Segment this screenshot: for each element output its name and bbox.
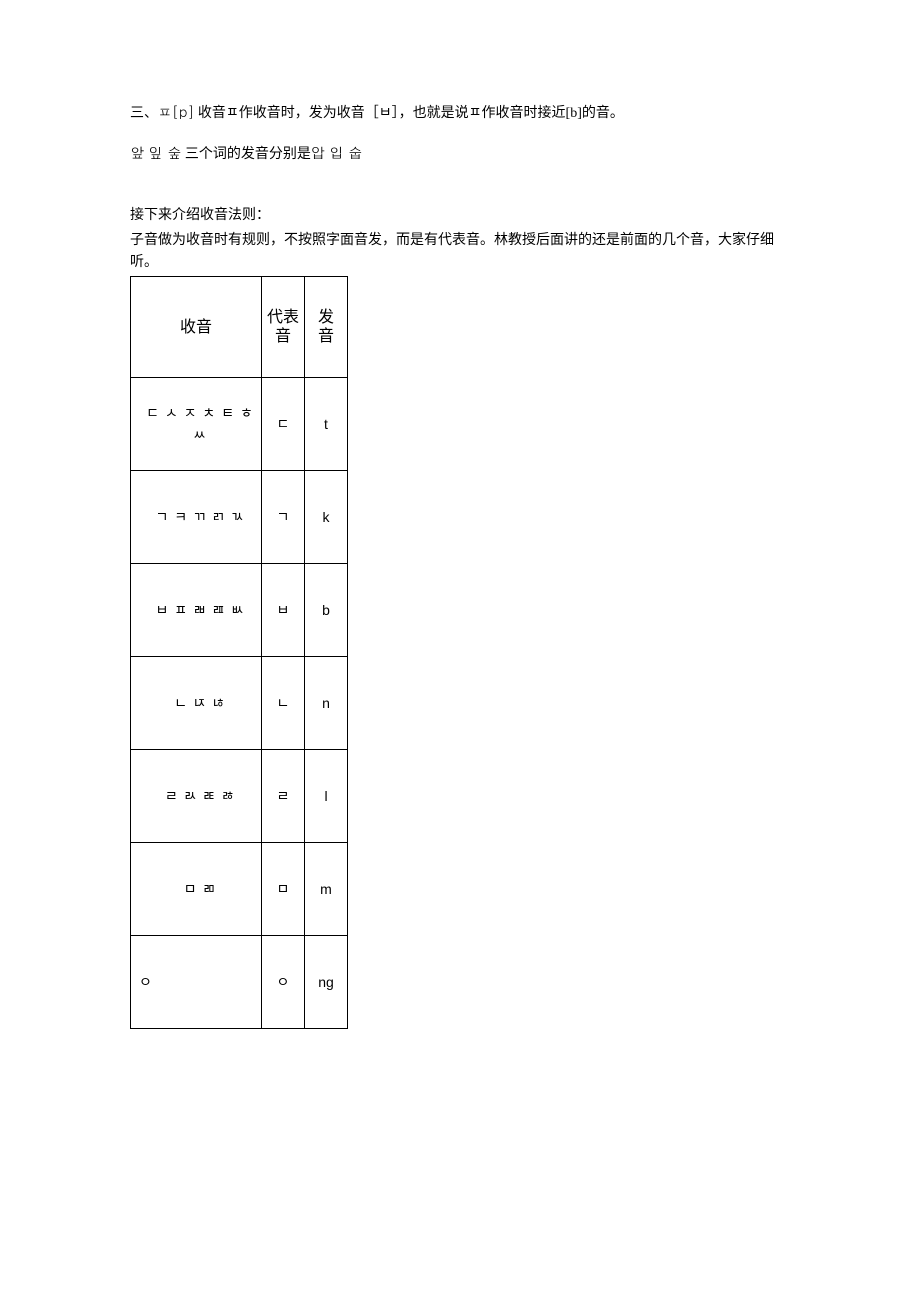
cell-rep: ㅁ bbox=[262, 843, 305, 936]
cell-rep: ㄹ bbox=[262, 750, 305, 843]
cell-sound: m bbox=[305, 843, 348, 936]
cell-batchim: ㅇ bbox=[131, 936, 262, 1029]
table-header-rep: 代表 音 bbox=[262, 277, 305, 378]
cell-sound: k bbox=[305, 471, 348, 564]
table-row: ㄹ ㄽ ㄾ ㅀ ㄹ l bbox=[131, 750, 348, 843]
cell-sound: t bbox=[305, 378, 348, 471]
table-row: ㅇ ㅇ ng bbox=[131, 936, 348, 1029]
cell-batchim: ㅂ ㅍ ㄼ ㄿ ㅄ bbox=[131, 564, 262, 657]
pronunciation-table: 收音 代表 音 发 音 ㄷ ㅅ ㅈ ㅊ ㅌ ㅎ ㅆ ㄷ t ㄱ ㅋ ㄲ ㄺ ㄳ … bbox=[130, 276, 348, 1029]
table-header-batchim: 收音 bbox=[131, 277, 262, 378]
cell-batchim: ㅁ ㄻ bbox=[131, 843, 262, 936]
table-row: ㄱ ㅋ ㄲ ㄺ ㄳ ㄱ k bbox=[131, 471, 348, 564]
cell-batchim: ㄱ ㅋ ㄲ ㄺ ㄳ bbox=[131, 471, 262, 564]
cell-sound: l bbox=[305, 750, 348, 843]
cell-rep: ㄱ bbox=[262, 471, 305, 564]
cell-rep: ㄴ bbox=[262, 657, 305, 750]
cell-batchim: ㄷ ㅅ ㅈ ㅊ ㅌ ㅎ ㅆ bbox=[131, 378, 262, 471]
table-row: ㄴ ㄵ ㄶ ㄴ n bbox=[131, 657, 348, 750]
cell-rep: ㅂ bbox=[262, 564, 305, 657]
text-segment-korean: 앞 잎 숲 bbox=[130, 142, 181, 162]
cell-rep: ㄷ bbox=[262, 378, 305, 471]
text-segment: 三个词的发音分别是 bbox=[181, 147, 311, 162]
text-segment-korean: ㅍ[p] bbox=[158, 101, 194, 121]
paragraph-examples: 앞 잎 숲 三个词的发音分别是압 입 숩 bbox=[130, 141, 790, 166]
cell-sound: ng bbox=[305, 936, 348, 1029]
text-segment: 收音ㅍ作收音时，发为收音［ㅂ］，也就是说ㅍ作收音时接近[b]的音。 bbox=[194, 106, 623, 121]
table-header-sound: 发 音 bbox=[305, 277, 348, 378]
paragraph-rules-intro: 接下来介绍收音法则： bbox=[130, 205, 790, 227]
table-row: ㅁ ㄻ ㅁ m bbox=[131, 843, 348, 936]
cell-sound: n bbox=[305, 657, 348, 750]
cell-rep: ㅇ bbox=[262, 936, 305, 1029]
text-segment-korean: 압 입 숩 bbox=[311, 142, 362, 162]
text-segment: 三、 bbox=[130, 106, 158, 121]
paragraph-rules-desc: 子音做为收音时有规则，不按照字面音发，而是有代表音。林教授后面讲的还是前面的几个… bbox=[130, 230, 790, 275]
paragraph-section-3: 三、ㅍ[p] 收音ㅍ作收音时，发为收音［ㅂ］，也就是说ㅍ作收音时接近[b]的音。 bbox=[130, 100, 790, 125]
table-row: ㄷ ㅅ ㅈ ㅊ ㅌ ㅎ ㅆ ㄷ t bbox=[131, 378, 348, 471]
table-header-row: 收音 代表 音 发 音 bbox=[131, 277, 348, 378]
cell-batchim: ㄹ ㄽ ㄾ ㅀ bbox=[131, 750, 262, 843]
cell-sound: b bbox=[305, 564, 348, 657]
table-row: ㅂ ㅍ ㄼ ㄿ ㅄ ㅂ b bbox=[131, 564, 348, 657]
cell-batchim: ㄴ ㄵ ㄶ bbox=[131, 657, 262, 750]
